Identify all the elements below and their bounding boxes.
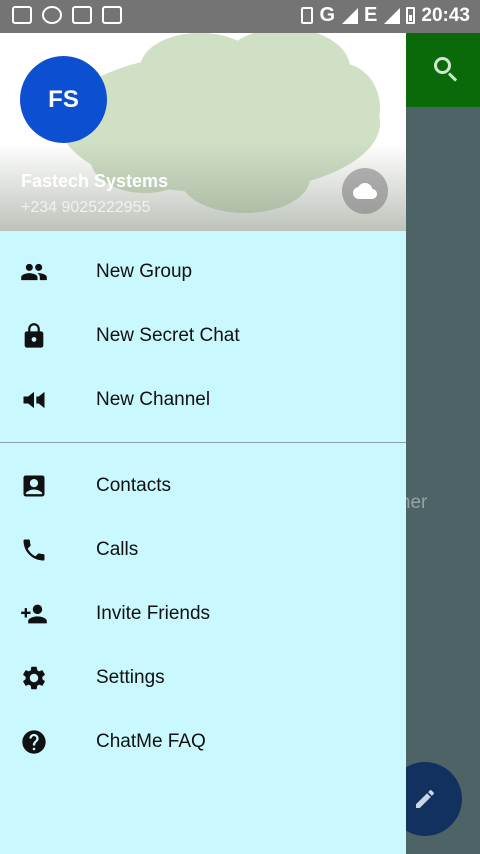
search-icon[interactable] — [434, 57, 460, 83]
message-icon — [102, 6, 122, 24]
pencil-icon — [416, 789, 435, 808]
drawer-header: FS Fastech Systems +234 9025222955 — [0, 33, 406, 231]
network-type-secondary: E — [364, 4, 379, 26]
menu-item-faq[interactable]: ChatMe FAQ — [0, 710, 406, 774]
menu-label: Settings — [96, 667, 165, 688]
menu-label: Invite Friends — [96, 603, 211, 624]
help-icon — [22, 730, 46, 754]
avatar[interactable]: FS — [20, 56, 107, 143]
battery-icon — [406, 7, 416, 24]
image-icon — [72, 6, 92, 24]
system-icons: G E 20:43 — [301, 4, 470, 27]
menu-label: Calls — [96, 539, 139, 560]
menu-label: ChatMe FAQ — [96, 731, 206, 752]
phone-icon — [23, 539, 45, 561]
menu-label: New Group — [96, 261, 193, 282]
menu-item-new-channel[interactable]: New Channel — [0, 368, 406, 432]
gear-icon — [23, 666, 45, 690]
whatsapp-icon — [42, 6, 62, 24]
menu-label: Contacts — [96, 475, 171, 496]
navigation-drawer: FS Fastech Systems +234 9025222955 New G… — [0, 33, 406, 854]
cloud-icon — [353, 183, 377, 199]
notification-icons — [12, 6, 122, 24]
signal-icon — [342, 7, 359, 24]
menu-label: New Channel — [96, 389, 211, 410]
status-bar: G E 20:43 — [0, 0, 480, 33]
megaphone-icon — [23, 391, 45, 409]
menu-item-new-group[interactable]: New Group — [0, 240, 406, 304]
signal-icon — [384, 7, 401, 24]
menu-item-contacts[interactable]: Contacts — [0, 454, 406, 518]
menu-label: New Secret Chat — [96, 325, 240, 346]
group-icon — [21, 263, 47, 281]
menu-item-new-secret-chat[interactable]: New Secret Chat — [0, 304, 406, 368]
user-name: Fastech Systems — [21, 171, 169, 191]
gmail-icon — [12, 6, 32, 24]
drawer-menu-primary: New Group New Secret Chat New Channel — [0, 231, 406, 432]
clock: 20:43 — [421, 4, 470, 26]
add-person-icon — [21, 604, 47, 624]
user-phone: +234 9025222955 — [21, 199, 151, 216]
drawer-menu-secondary: Contacts Calls Invite Friends Settings C… — [0, 443, 406, 774]
vibrate-icon — [301, 7, 314, 24]
lock-icon — [24, 323, 44, 348]
menu-item-invite-friends[interactable]: Invite Friends — [0, 582, 406, 646]
network-type: G — [319, 4, 337, 26]
contacts-icon — [23, 475, 45, 497]
cloud-button[interactable] — [342, 168, 388, 214]
menu-item-calls[interactable]: Calls — [0, 518, 406, 582]
menu-item-settings[interactable]: Settings — [0, 646, 406, 710]
